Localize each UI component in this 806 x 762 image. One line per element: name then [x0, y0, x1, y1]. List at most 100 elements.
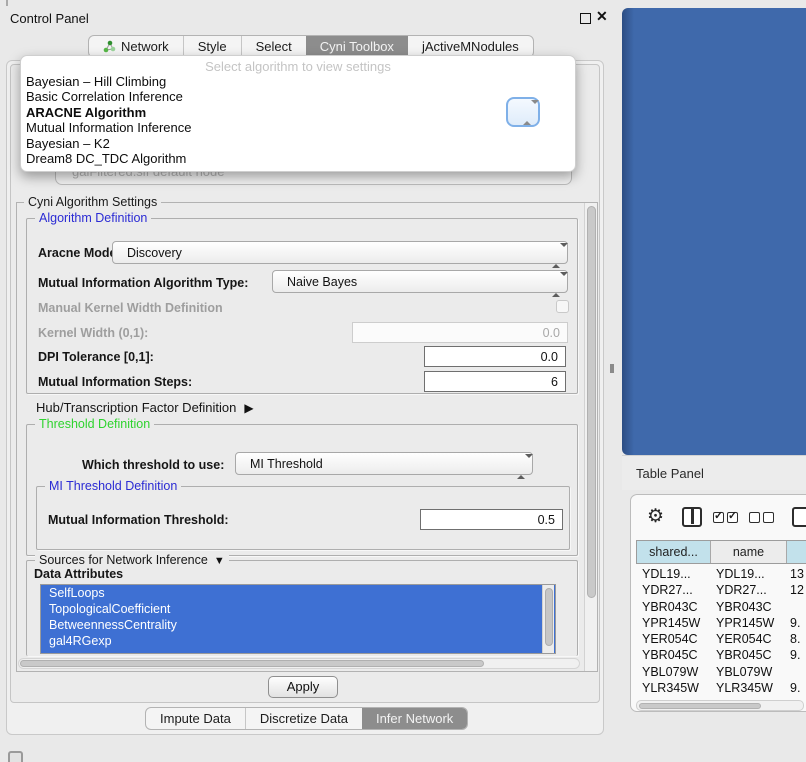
tab-network[interactable]: Network: [89, 36, 183, 57]
close-panel-icon[interactable]: ✕: [596, 8, 608, 25]
scrollbar-thumb[interactable]: [587, 206, 596, 598]
aracne-mode-combobox[interactable]: Discovery: [112, 241, 568, 264]
split-columns-icon[interactable]: [682, 507, 702, 527]
tab-discretize-data[interactable]: Discretize Data: [245, 708, 362, 729]
mi-type-combobox[interactable]: Naive Bayes: [272, 270, 568, 293]
sources-title[interactable]: Sources for Network Inference▼: [35, 553, 229, 567]
column-header-shared[interactable]: shared...: [637, 541, 711, 563]
scrollbar-thumb[interactable]: [639, 703, 761, 710]
tab-select[interactable]: Select: [241, 36, 306, 57]
table-row[interactable]: YIL052CYIL052C0.: [636, 696, 806, 699]
table-row[interactable]: YER054CYER054C8.: [636, 631, 806, 647]
dpi-tolerance-field[interactable]: 0.0: [424, 346, 566, 367]
mi-steps-field[interactable]: 6: [424, 371, 566, 392]
table-cell: YDL19...: [642, 566, 691, 582]
table-cell: YLR345W: [716, 680, 773, 696]
tab-label: jActiveMNodules: [422, 39, 519, 54]
attribute-item[interactable]: gal4RGexp: [41, 633, 555, 649]
aracne-mode-label: Aracne Mode:: [38, 246, 121, 260]
table-cell: YDL19...: [716, 566, 765, 582]
mi-threshold-field[interactable]: 0.5: [420, 509, 563, 530]
kernel-width-field[interactable]: 0.0: [352, 322, 568, 343]
partial-column-icon[interactable]: [792, 507, 806, 527]
algorithm-option[interactable]: Bayesian – K2: [21, 136, 575, 151]
tab-cyni-toolbox[interactable]: Cyni Toolbox: [306, 36, 408, 57]
table-panel-header: Table Panel: [622, 455, 806, 490]
table-cell: 8.: [790, 631, 800, 647]
manual-kernel-checkbox[interactable]: [556, 300, 569, 313]
threshold-definition-title: Threshold Definition: [35, 417, 154, 431]
algorithm-option[interactable]: Dream8 DC_TDC Algorithm: [21, 151, 575, 166]
algorithm-option[interactable]: Basic Correlation Inference: [21, 89, 575, 104]
mi-threshold-title: MI Threshold Definition: [45, 479, 181, 493]
attributes-scrollbar[interactable]: [542, 585, 554, 653]
checked-checkbox-icon[interactable]: ✓: [727, 512, 738, 523]
inference-combobox-fragment[interactable]: [506, 97, 540, 127]
tab-label: Cyni Toolbox: [320, 39, 394, 54]
hub-definition-toggle[interactable]: Hub/Transcription Factor Definition▶: [36, 400, 254, 415]
column-header-extra[interactable]: [787, 541, 806, 563]
table-cell: YBL079W: [642, 664, 698, 680]
tab-infer-network[interactable]: Infer Network: [362, 708, 467, 729]
aracne-mode-value: Discovery: [127, 246, 182, 260]
scrollbar-thumb[interactable]: [545, 588, 553, 646]
which-threshold-value: MI Threshold: [250, 457, 323, 471]
attribute-item[interactable]: TopologicalCoefficient: [41, 601, 555, 617]
spinner-icon: [517, 458, 525, 476]
checked-checkbox-icon[interactable]: ✓: [713, 512, 724, 523]
split-pane-grip[interactable]: [610, 364, 614, 373]
algorithm-option[interactable]: ARACNE Algorithm: [21, 105, 575, 120]
tab-label: Network: [121, 39, 169, 54]
minimized-panel-icon[interactable]: [8, 751, 23, 762]
attribute-item[interactable]: BetweennessCentrality: [41, 617, 555, 633]
table-cell: 9.: [790, 680, 800, 696]
which-threshold-combobox[interactable]: MI Threshold: [235, 452, 533, 475]
table-cell: YER054C: [642, 631, 698, 647]
table-horizontal-scrollbar[interactable]: [636, 700, 804, 711]
mi-steps-label: Mutual Information Steps:: [38, 375, 192, 389]
data-attributes-list[interactable]: SelfLoopsTopologicalCoefficientBetweenne…: [40, 584, 556, 654]
float-panel-icon[interactable]: [580, 13, 591, 24]
algorithm-option[interactable]: Bayesian – Hill Climbing: [21, 74, 575, 89]
algorithm-definition-title: Algorithm Definition: [35, 211, 151, 225]
table-cell: 0.: [790, 696, 800, 699]
table-row[interactable]: YLR345W YLR345W 9.: [636, 680, 806, 696]
table-row[interactable]: YBR043CYBR043C: [636, 599, 806, 615]
collapsed-arrow-icon: ▶: [244, 401, 253, 415]
dropdown-prompt: Select algorithm to view settings: [21, 59, 575, 74]
dpi-tolerance-label: DPI Tolerance [0,1]:: [38, 350, 154, 364]
mi-threshold-label: Mutual Information Threshold:: [48, 513, 229, 527]
apply-button[interactable]: Apply: [268, 676, 338, 698]
table-row[interactable]: YDR27...YDR27...12: [636, 582, 806, 598]
table-row[interactable]: YDL19... YDL19... 13: [636, 566, 806, 582]
tab-style[interactable]: Style: [183, 36, 241, 57]
settings-vertical-scrollbar[interactable]: [584, 203, 597, 671]
kernel-width-value: 0.0: [543, 326, 560, 340]
table-cell: YLR345W: [642, 680, 699, 696]
column-header-name[interactable]: name: [711, 541, 787, 563]
table-cell: 13: [790, 566, 804, 582]
spinner-icon: [523, 104, 531, 122]
mi-threshold-value: 0.5: [538, 513, 555, 527]
data-attributes-label: Data Attributes: [34, 567, 123, 581]
table-row[interactable]: YPR145WYPR145W9.: [636, 615, 806, 631]
table-row[interactable]: YBL079WYBL079W: [636, 664, 806, 680]
network-window-frame[interactable]: GALGAL80GAL10GAL1GAL11SWI4GAL4GCY1HAP4YH…: [622, 8, 806, 455]
table-cell: YIL052C: [642, 696, 691, 699]
tab-impute-data[interactable]: Impute Data: [146, 708, 245, 729]
algorithm-option[interactable]: Mutual Information Inference: [21, 120, 575, 135]
control-panel-title: Control Panel: [10, 11, 89, 26]
tab-jactivemnodules[interactable]: jActiveMNodules: [408, 36, 533, 57]
unchecked-checkbox-icon[interactable]: [763, 512, 774, 523]
unchecked-checkbox-icon[interactable]: [749, 512, 760, 523]
settings-panel-title: Cyni Algorithm Settings: [24, 195, 161, 209]
attribute-item[interactable]: SelfLoops: [41, 585, 555, 601]
settings-horizontal-scrollbar[interactable]: [18, 658, 580, 669]
table-row[interactable]: YBR045CYBR045C9.: [636, 647, 806, 663]
table-cell: 9.: [790, 615, 800, 631]
scrollbar-thumb[interactable]: [20, 660, 484, 667]
tab-label: Impute Data: [160, 711, 231, 726]
table-body[interactable]: YDL19...YDL19...13YDR27...YDR27...12YBR0…: [636, 566, 806, 699]
algorithm-options-list: Bayesian – Hill ClimbingBasic Correlatio…: [21, 74, 575, 166]
gear-icon[interactable]: ⚙: [647, 505, 664, 528]
